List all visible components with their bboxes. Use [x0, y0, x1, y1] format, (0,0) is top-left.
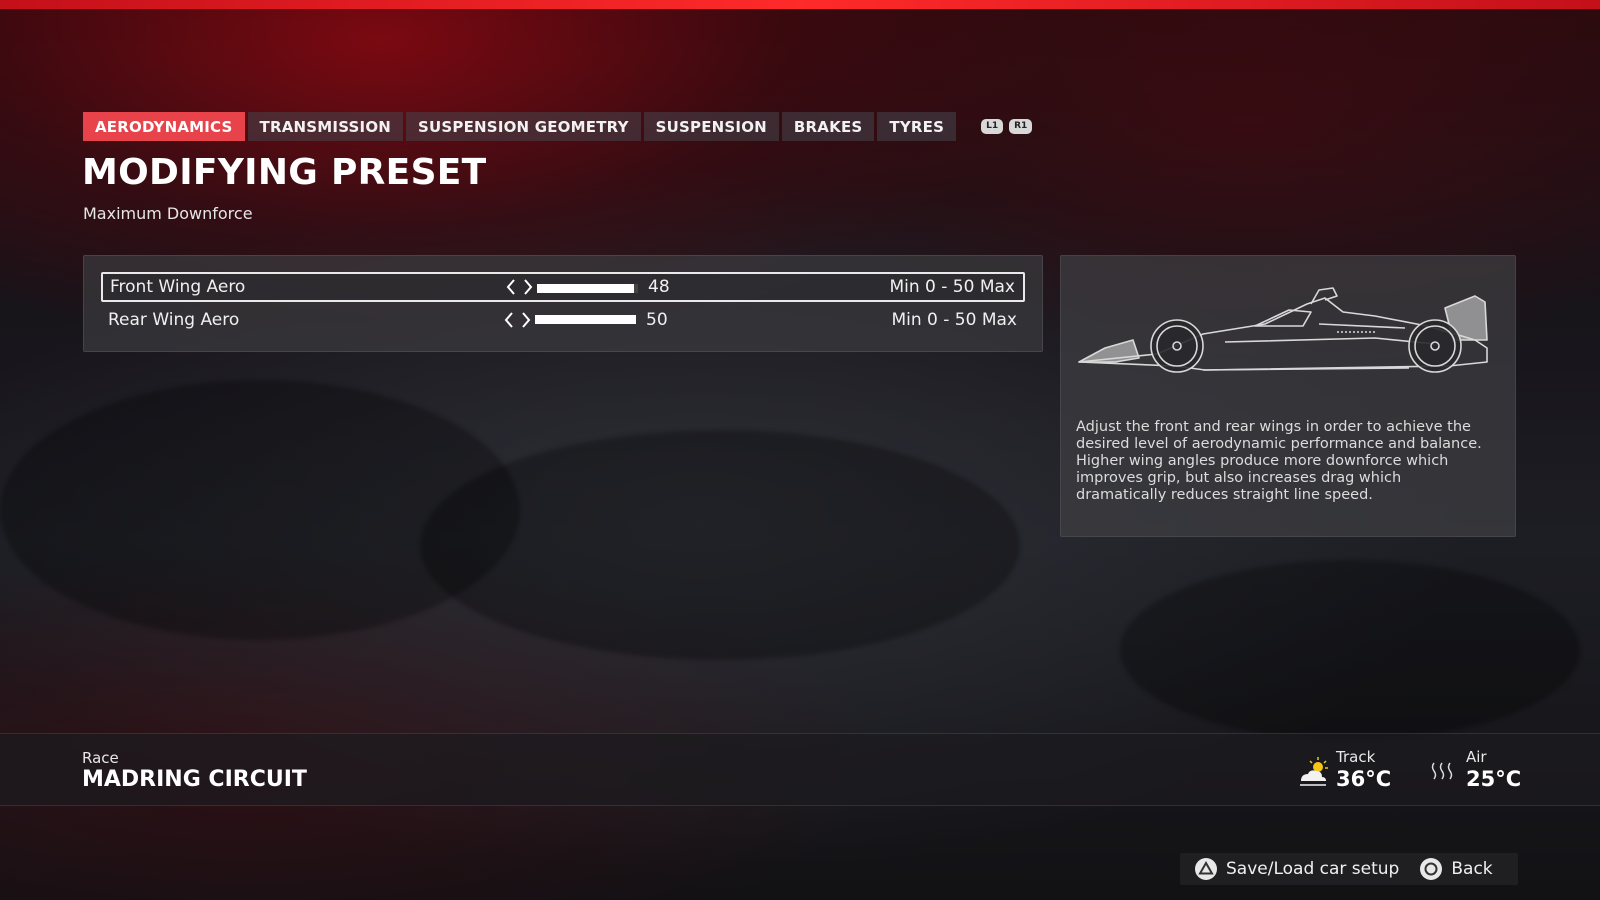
- decrease-arrow-icon[interactable]: [503, 276, 518, 298]
- setting-description: Adjust the front and rear wings in order…: [1076, 419, 1496, 504]
- heat-waves-icon: [1431, 762, 1453, 780]
- settings-panel: Front Wing Aero 48 Min 0 - 50 Max Rear W…: [83, 255, 1043, 352]
- setting-label: Rear Wing Aero: [108, 310, 240, 330]
- value-arrows: [503, 276, 535, 298]
- air-temperature: Air 25°C: [1426, 748, 1521, 791]
- value-slider[interactable]: [537, 284, 638, 293]
- background-engine-shape: [1120, 560, 1580, 740]
- setting-range: Min 0 - 50 Max: [891, 310, 1017, 330]
- session-type: Race: [82, 749, 119, 767]
- description-paragraph: Higher wing angles produce more downforc…: [1076, 453, 1449, 503]
- value-arrows: [501, 309, 533, 331]
- setting-info-panel: Adjust the front and rear wings in order…: [1060, 255, 1516, 537]
- back-button[interactable]: Back: [1419, 857, 1493, 881]
- partly-sunny-icon: [1300, 757, 1328, 786]
- save-load-setup-button[interactable]: Save/Load car setup: [1194, 857, 1399, 881]
- setting-value: 50: [646, 310, 668, 330]
- top-accent-strip: [0, 0, 1600, 9]
- tab-aerodynamics[interactable]: AERODYNAMICS: [83, 112, 245, 141]
- value-slider-fill: [535, 315, 636, 324]
- setting-row-front-wing[interactable]: Front Wing Aero 48 Min 0 - 50 Max: [101, 272, 1025, 302]
- track-temperature: Track 36°C: [1296, 748, 1391, 791]
- f1-car-diagram-icon: [1078, 287, 1488, 373]
- back-label: Back: [1451, 859, 1493, 879]
- circuit-name: MADRING CIRCUIT: [82, 767, 307, 792]
- decrease-arrow-icon[interactable]: [501, 309, 516, 331]
- tab-brakes[interactable]: BRAKES: [781, 112, 875, 141]
- r1-button-icon[interactable]: R1: [1009, 119, 1033, 134]
- tab-suspension[interactable]: SUSPENSION: [643, 112, 779, 141]
- page-title: MODIFYING PRESET: [82, 152, 487, 193]
- tab-suspension-geometry[interactable]: SUSPENSION GEOMETRY: [406, 112, 641, 141]
- description-paragraph: Adjust the front and rear wings in order…: [1076, 419, 1482, 452]
- circle-button-icon: [1420, 858, 1443, 880]
- controller-prompts: Save/Load car setup Back: [1180, 853, 1518, 885]
- increase-arrow-icon[interactable]: [520, 276, 535, 298]
- value-slider-fill: [537, 284, 634, 293]
- increase-arrow-icon[interactable]: [518, 309, 533, 331]
- value-slider[interactable]: [535, 315, 636, 324]
- tab-tyres[interactable]: TYRES: [877, 112, 957, 141]
- setting-row-rear-wing[interactable]: Rear Wing Aero 50 Min 0 - 50 Max: [101, 305, 1025, 335]
- air-temp-value: 25°C: [1466, 767, 1522, 791]
- tab-transmission[interactable]: TRANSMISSION: [247, 112, 404, 141]
- setting-value: 48: [648, 277, 670, 297]
- shoulder-button-hints: L1 R1: [981, 119, 1033, 134]
- track-temp-label: Track: [1336, 748, 1376, 766]
- triangle-button-icon: [1195, 858, 1217, 880]
- setting-label: Front Wing Aero: [110, 277, 246, 297]
- l1-button-icon[interactable]: L1: [981, 119, 1004, 134]
- preset-name: Maximum Downforce: [83, 204, 253, 223]
- background-engine-shape: [420, 430, 1020, 660]
- track-temp-value: 36°C: [1336, 767, 1392, 791]
- save-load-label: Save/Load car setup: [1226, 859, 1400, 879]
- setup-category-tabs: AERODYNAMICS TRANSMISSION SUSPENSION GEO…: [83, 112, 1033, 141]
- session-info-bar: Race MADRING CIRCUIT Track 36°C Air 25°C: [0, 733, 1600, 806]
- air-temp-label: Air: [1466, 748, 1487, 766]
- setting-range: Min 0 - 50 Max: [889, 277, 1015, 297]
